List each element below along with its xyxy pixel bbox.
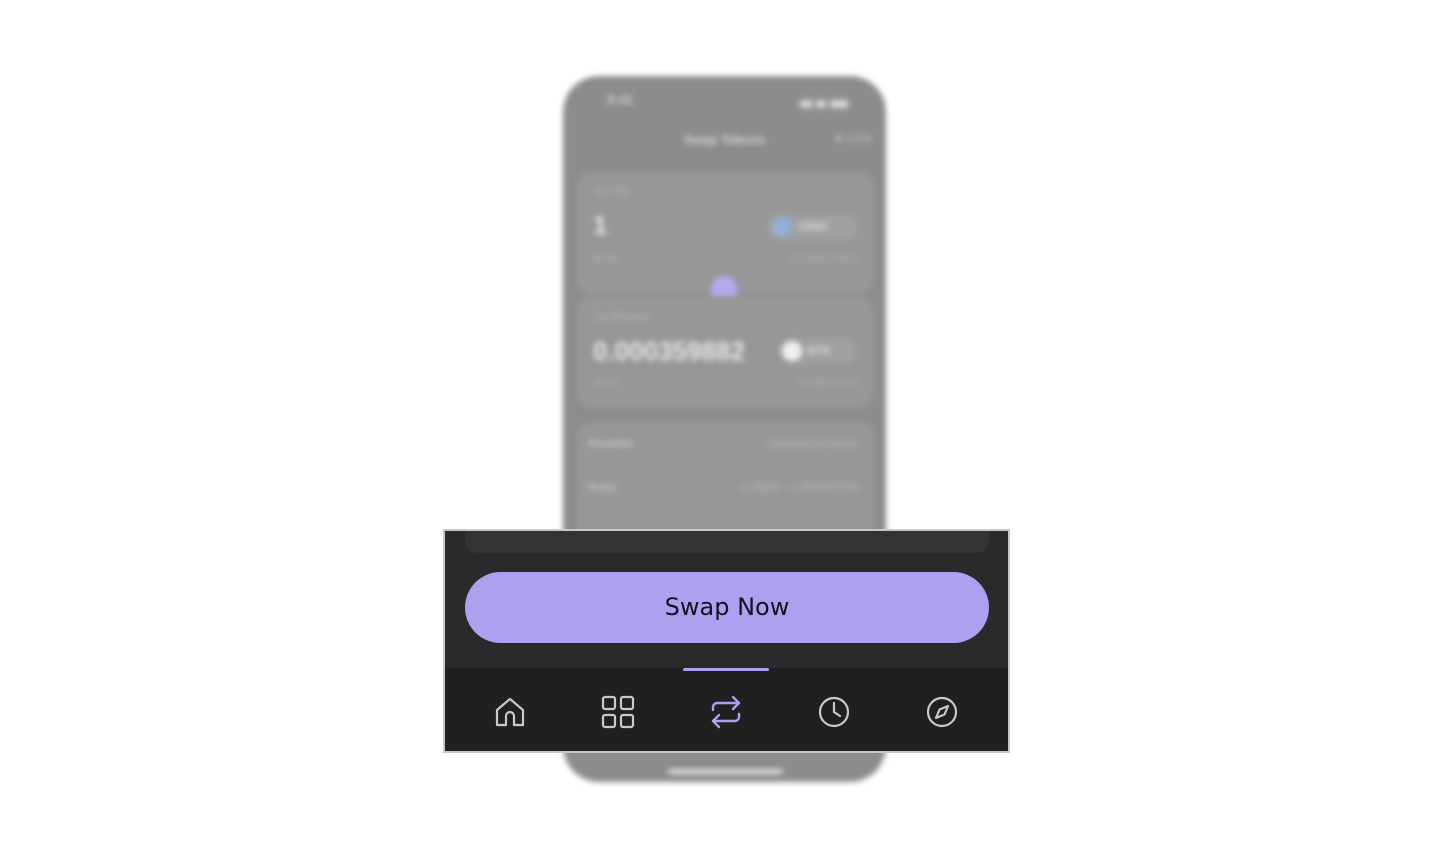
- clock-icon: [818, 696, 850, 727]
- tab-swap[interactable]: [681, 668, 771, 751]
- receive-balance: 0.00887 ETH: [799, 378, 858, 389]
- home-icon: [495, 697, 525, 726]
- slippage-value: 0.5%: [846, 133, 872, 145]
- compass-icon: [926, 696, 958, 727]
- status-bar: 9:41: [607, 92, 856, 110]
- detail-row-provider: Provider Uniswap V4 via 0x: [589, 438, 858, 450]
- slippage-setting: ⚙ 0.5%: [834, 133, 872, 145]
- receive-label: You Receive: [593, 312, 649, 323]
- status-time: 9:41: [607, 92, 634, 107]
- active-tab-indicator: [683, 668, 769, 671]
- details-card-bottom-edge: [465, 531, 989, 553]
- receive-amount: 0.000359882: [593, 336, 745, 366]
- receive-token-name: ETH: [808, 345, 830, 357]
- signal-icons: [796, 96, 856, 108]
- swap-now-button[interactable]: Swap Now: [465, 572, 989, 643]
- swap-arrows-icon: [711, 695, 741, 728]
- usdc-icon: [772, 217, 792, 237]
- detail-value: 1 USDC = 0.00036 ETH: [740, 482, 858, 494]
- bottom-tab-bar: [445, 668, 1008, 751]
- pay-balance: 2.24062 USDC: [790, 254, 858, 265]
- detail-value: Uniswap V4 via 0x: [767, 438, 859, 450]
- receive-card: You Receive 0.000359882 ETH $0.99 0.0088…: [577, 296, 874, 408]
- receive-usd-value: $0.99: [593, 378, 619, 389]
- detail-row-price: Price 1 USDC = 0.00036 ETH: [589, 482, 858, 494]
- eth-icon: [782, 341, 802, 361]
- tab-history[interactable]: [789, 668, 879, 751]
- receive-token-selector: ETH: [778, 338, 858, 364]
- detail-label: Price: [589, 482, 616, 494]
- pay-token-name: USDC: [798, 221, 830, 233]
- tab-home[interactable]: [465, 668, 555, 751]
- pay-label: You Pay: [593, 186, 630, 197]
- home-indicator: [668, 769, 783, 774]
- detail-label: Provider: [589, 438, 634, 450]
- tab-apps[interactable]: [573, 668, 663, 751]
- tab-explore[interactable]: [897, 668, 987, 751]
- pay-amount: 1: [593, 210, 608, 240]
- pay-usd-value: $0.99: [593, 254, 619, 265]
- bottom-action-panel: Swap Now: [443, 529, 1010, 753]
- pay-token-selector: USDC: [768, 214, 858, 240]
- grid-icon: [601, 695, 635, 728]
